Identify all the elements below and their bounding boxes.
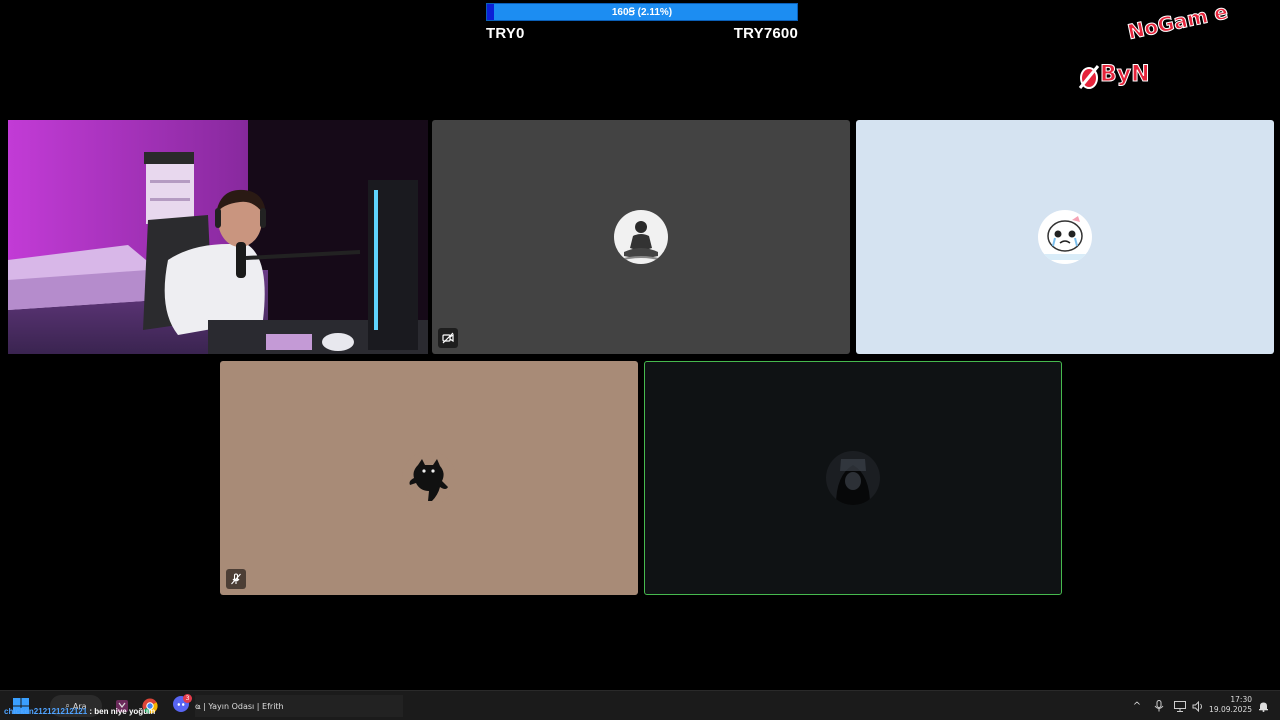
goal-max-label: TRY7600 bbox=[733, 25, 798, 42]
clock-date: 19.09.2025 bbox=[1209, 705, 1252, 714]
logo-text-part2: NoGam e bbox=[1125, 0, 1231, 44]
streamer-webcam-feed bbox=[8, 120, 428, 354]
donation-goal-widget: 160Ꞩ (2.11%) TRY0 TRY7600 bbox=[486, 3, 798, 43]
participant-tile-2[interactable] bbox=[432, 120, 850, 354]
black-cat-avatar bbox=[402, 451, 456, 505]
participant-tile-3[interactable] bbox=[856, 120, 1274, 354]
hooded-figure-avatar bbox=[826, 451, 880, 505]
discord-app-icon[interactable]: 3 bbox=[170, 694, 192, 717]
crying-cartoon-avatar bbox=[1038, 210, 1092, 264]
participant-tile-5[interactable] bbox=[644, 361, 1062, 595]
microphone-icon[interactable] bbox=[1152, 695, 1166, 717]
taskbar-clock[interactable]: 17:30 19.09.2025 bbox=[1209, 695, 1252, 715]
streamer-camera-tile[interactable] bbox=[8, 120, 428, 354]
discord-notification-badge: 3 bbox=[183, 694, 192, 703]
channel-logo: ByN NoGam e bbox=[1076, 0, 1246, 94]
logo-mark-icon bbox=[1078, 65, 1100, 89]
mic-off-icon bbox=[226, 569, 246, 589]
goal-progress-text: 160Ꞩ (2.11%) bbox=[611, 7, 673, 18]
camera-off-icon bbox=[438, 328, 458, 348]
chevron-up-icon[interactable]: ^ bbox=[1130, 695, 1144, 717]
windows-taskbar: ⌕ Ara 3 ҩ | Yayın Odası | Efrith ^ 17:30… bbox=[0, 690, 1280, 720]
network-icon[interactable] bbox=[1172, 695, 1188, 717]
chat-message-text: ben niye yoğum bbox=[94, 707, 156, 716]
speaker-icon[interactable] bbox=[1190, 695, 1206, 717]
clock-time: 17:30 bbox=[1230, 695, 1252, 704]
goal-progress-bar: 160Ꞩ (2.11%) bbox=[486, 3, 798, 21]
active-window-label[interactable]: ҩ | Yayın Odası | Efrith bbox=[195, 695, 403, 717]
logo-text-part1: ByN bbox=[1100, 62, 1151, 87]
chat-message: chicken212121212121 : ben niye yoğum bbox=[4, 705, 155, 719]
chat-username: chicken212121212121 bbox=[4, 707, 88, 716]
meditating-figure-avatar bbox=[614, 210, 668, 264]
participant-tile-4[interactable] bbox=[220, 361, 638, 595]
notification-icon[interactable] bbox=[1256, 695, 1270, 717]
goal-min-label: TRY0 bbox=[486, 25, 525, 42]
